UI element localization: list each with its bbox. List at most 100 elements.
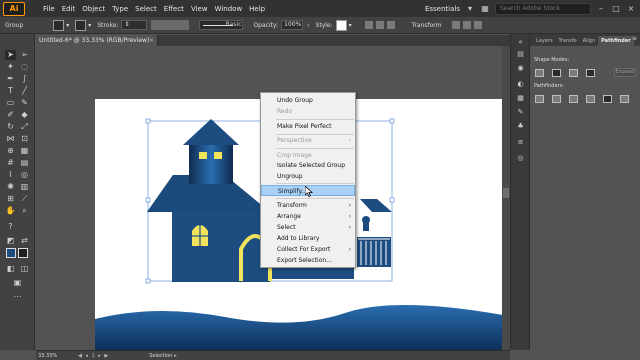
selection-tool-icon[interactable]: ➤ — [5, 50, 16, 60]
menu-type[interactable]: Type — [112, 5, 128, 13]
merge-button[interactable] — [569, 95, 578, 103]
help-icon[interactable]: ? — [5, 222, 16, 232]
distribute-icon[interactable] — [386, 21, 395, 29]
color-mode-icon[interactable]: ◧ — [5, 264, 16, 274]
symbol-sprayer-tool-icon[interactable]: ✺ — [5, 182, 16, 192]
zoom-tool-icon[interactable]: ⌕ — [19, 206, 30, 216]
appearance-panel-icon[interactable]: ◎ — [515, 154, 526, 163]
mesh-tool-icon[interactable]: # — [5, 158, 16, 168]
variable-width-profile[interactable] — [151, 20, 190, 30]
pen-tool-icon[interactable]: ✒ — [5, 74, 16, 84]
rotate-tool-icon[interactable]: ↻ — [5, 122, 16, 132]
menu-select[interactable]: Select — [135, 5, 157, 13]
stroke-swatch[interactable] — [75, 19, 87, 31]
menu-item-add-to-library[interactable]: Add to Library — [261, 233, 355, 244]
eraser-tool-icon[interactable]: ◆ — [19, 110, 30, 120]
color-panel-icon[interactable]: ◐ — [515, 80, 526, 89]
blend-tool-icon[interactable]: ◎ — [19, 170, 30, 180]
width-tool-icon[interactable]: ⋈ — [5, 134, 16, 144]
menu-item-transform[interactable]: Transform › — [261, 200, 355, 211]
arrange-documents-icon[interactable]: ▦ — [480, 4, 490, 14]
menu-item-make-pixel-perfect[interactable]: Make Pixel Perfect — [261, 121, 355, 132]
brush-definition-dropdown[interactable]: Basic — [199, 20, 244, 30]
tab-transform[interactable]: Transfo — [556, 36, 580, 46]
default-colors-icon[interactable]: ◩ — [5, 236, 16, 246]
crop-button[interactable] — [586, 95, 595, 103]
paintbrush-tool-icon[interactable]: ✎ — [19, 98, 30, 108]
workspace-chevron-icon[interactable]: ▾ — [465, 4, 475, 14]
close-document-icon[interactable]: × — [149, 35, 154, 46]
recolor-artwork-icon[interactable] — [364, 21, 373, 29]
magic-wand-tool-icon[interactable]: ✦ — [5, 62, 16, 72]
direct-selection-tool-icon[interactable]: ➢ — [19, 50, 30, 60]
perspective-grid-tool-icon[interactable]: ▦ — [19, 146, 30, 156]
graphic-style-swatch[interactable] — [335, 19, 347, 31]
tab-pathfinder[interactable]: Pathfinder — [598, 36, 634, 46]
menu-window[interactable]: Window — [215, 5, 243, 13]
stroke-chevron-icon[interactable]: ▾ — [88, 22, 91, 29]
scale-tool-icon[interactable]: ⤢ — [19, 122, 30, 132]
expand-button[interactable]: Expand — [614, 68, 636, 77]
status-menu-icon[interactable]: ▸ — [174, 353, 177, 359]
menu-item-ungroup[interactable]: Ungroup — [261, 171, 355, 182]
symbols-panel-icon[interactable]: ♣ — [515, 122, 526, 131]
vertical-scrollbar[interactable] — [502, 46, 510, 350]
menu-file[interactable]: File — [43, 5, 55, 13]
tab-layers[interactable]: Layers — [533, 36, 556, 46]
collapse-panels-icon[interactable]: « — [515, 38, 526, 47]
swap-colors-icon[interactable]: ⇄ — [19, 236, 30, 246]
menu-view[interactable]: View — [191, 5, 208, 13]
panel-menu-icon[interactable] — [473, 21, 482, 29]
zoom-level-field[interactable]: 33.33% — [38, 353, 58, 359]
fill-chevron-icon[interactable]: ▾ — [66, 22, 69, 29]
stroke-color-swatch[interactable] — [18, 248, 28, 258]
minus-back-button[interactable] — [620, 95, 629, 103]
scrollbar-thumb[interactable] — [503, 188, 509, 198]
menu-item-undo-group[interactable]: Undo Group — [261, 95, 355, 106]
stroke-weight-field[interactable]: ⇕ — [121, 20, 148, 30]
stock-search-input[interactable] — [495, 2, 591, 15]
brushes-panel-icon[interactable]: ✎ — [515, 108, 526, 117]
curvature-tool-icon[interactable]: ∫ — [19, 74, 30, 84]
artboard-tool-icon[interactable]: ⊞ — [5, 194, 16, 204]
trim-button[interactable] — [552, 95, 561, 103]
menu-item-select[interactable]: Select › — [261, 222, 355, 233]
opacity-chevron-icon[interactable]: › — [307, 22, 309, 29]
graph-tool-icon[interactable]: ▥ — [19, 182, 30, 192]
minimize-icon[interactable]: – — [596, 4, 606, 14]
draw-mode-icon[interactable]: ◫ — [19, 264, 30, 274]
type-tool-icon[interactable]: T — [5, 86, 16, 96]
slice-tool-icon[interactable]: ⟋ — [19, 194, 30, 204]
style-chevron-icon[interactable]: ▾ — [349, 22, 352, 29]
edit-toolbar-icon[interactable]: ⋯ — [12, 292, 23, 302]
swatches-panel-icon[interactable]: ▦ — [515, 94, 526, 103]
screen-mode-icon[interactable]: ▣ — [12, 278, 23, 288]
shaper-tool-icon[interactable]: ✐ — [5, 110, 16, 120]
panel-menu-icon[interactable]: ≡ — [632, 35, 637, 42]
divide-button[interactable] — [535, 95, 544, 103]
stroke-panel-icon[interactable]: ≡ — [515, 138, 526, 147]
intersect-button[interactable] — [569, 69, 578, 77]
lasso-tool-icon[interactable]: ◌ — [19, 62, 30, 72]
menu-item-export-selection[interactable]: Export Selection... — [261, 255, 355, 266]
workspace-switcher[interactable]: Essentials — [425, 5, 460, 13]
maximize-icon[interactable]: □ — [611, 4, 621, 14]
minus-front-button[interactable] — [552, 69, 561, 77]
rectangle-tool-icon[interactable]: ▭ — [5, 98, 16, 108]
fill-color-swatch[interactable] — [6, 248, 16, 258]
fill-swatch[interactable] — [53, 19, 65, 31]
free-transform-tool-icon[interactable]: ⊡ — [19, 134, 30, 144]
transform-link[interactable]: Transform — [412, 22, 442, 29]
flip-icon[interactable] — [451, 21, 460, 29]
isolate-icon[interactable] — [462, 21, 471, 29]
line-tool-icon[interactable]: ╱ — [19, 86, 30, 96]
shape-builder-tool-icon[interactable]: ⊕ — [5, 146, 16, 156]
artboard-navigation[interactable]: ◀ ◂ 1 ▸ ▶ — [78, 353, 109, 359]
align-icon[interactable] — [375, 21, 384, 29]
menu-effect[interactable]: Effect — [164, 5, 184, 13]
unite-button[interactable] — [535, 69, 544, 77]
tab-align[interactable]: Align — [580, 36, 599, 46]
outline-button[interactable] — [603, 95, 612, 103]
hand-tool-icon[interactable]: ✋ — [5, 206, 16, 216]
menu-object[interactable]: Object — [82, 5, 105, 13]
